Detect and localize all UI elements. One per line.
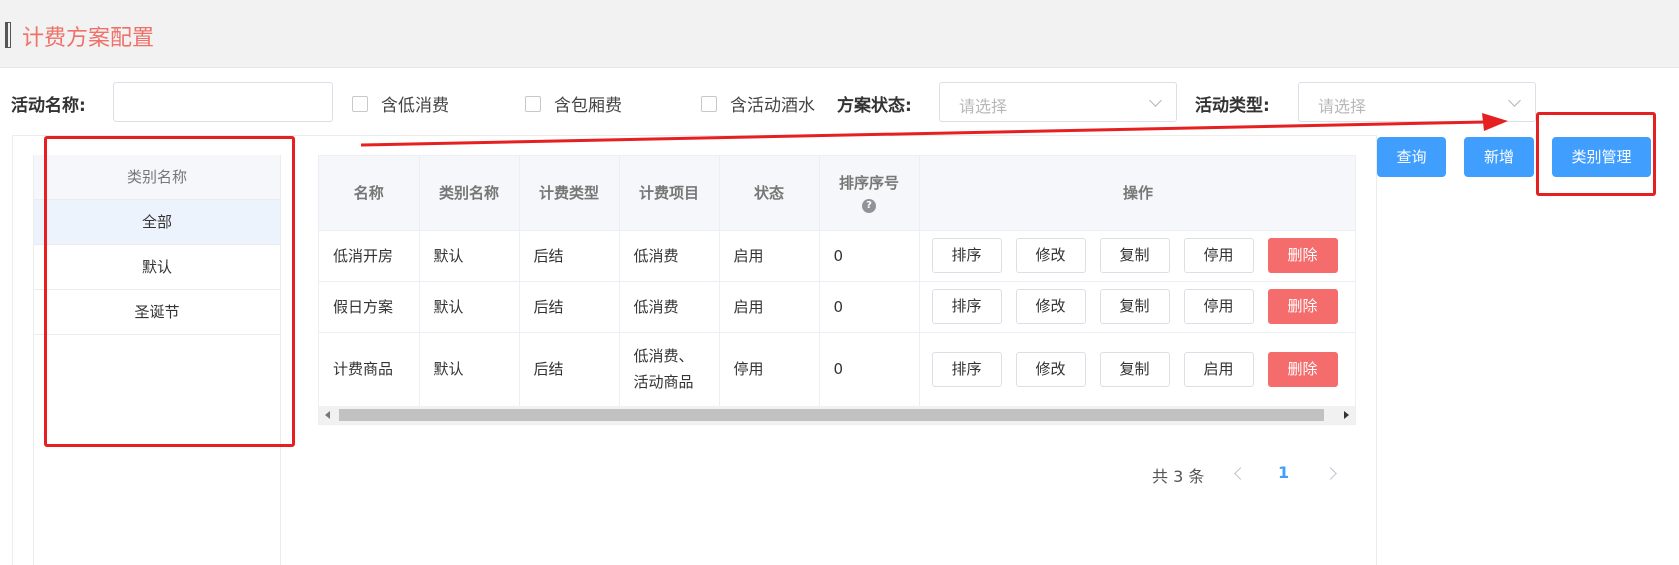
annotation-arrow-line [360, 120, 1486, 147]
annotation-arrow-head [1482, 113, 1508, 131]
annotation-arrow [360, 113, 1508, 147]
